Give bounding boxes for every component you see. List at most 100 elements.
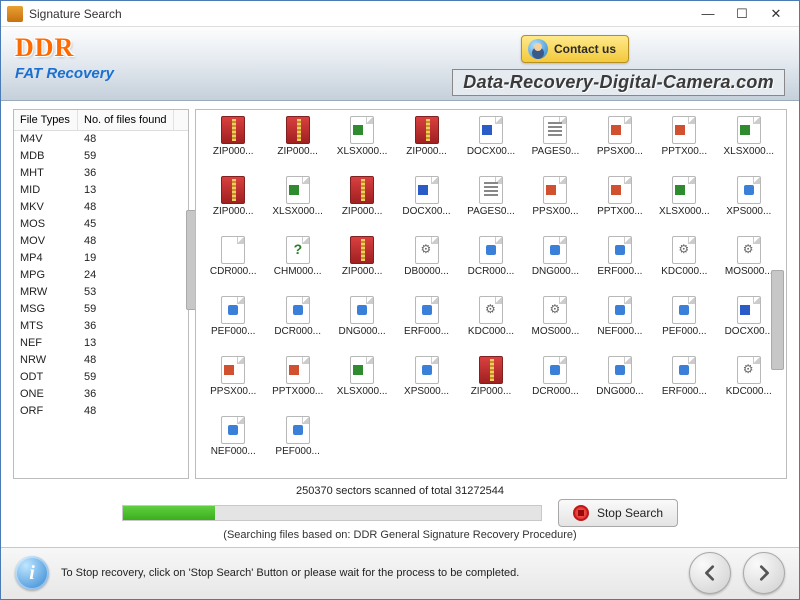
file-item[interactable]: DB0000... [395,236,457,294]
file-item[interactable]: DCR000... [266,296,328,354]
file-type-name: ORF [14,403,78,420]
file-types-header: File Types No. of files found [14,110,188,131]
file-item[interactable]: MOS000... [524,296,586,354]
file-item[interactable]: ZIP000... [266,116,328,174]
file-type-count: 48 [78,403,102,420]
file-item[interactable]: PPTX00... [653,116,715,174]
file-type-row[interactable]: MRW53 [14,284,188,301]
file-label: NEF000... [211,446,256,457]
file-item[interactable]: DNG000... [589,356,651,414]
file-item[interactable]: PPSX00... [589,116,651,174]
file-item[interactable]: PPSX00... [524,176,586,234]
file-item[interactable]: DOCX00... [395,176,457,234]
file-item[interactable]: ERF000... [589,236,651,294]
right-scrollbar-thumb[interactable] [771,270,784,370]
file-zip-icon [415,116,439,144]
file-type-row[interactable]: NRW48 [14,352,188,369]
file-type-row[interactable]: MOS45 [14,216,188,233]
file-item[interactable]: PPSX00... [202,356,264,414]
file-item[interactable]: PAGES0... [524,116,586,174]
maximize-button[interactable]: ☐ [725,3,759,25]
file-label: XPS000... [404,386,449,397]
file-gear-icon [543,296,567,324]
back-button[interactable] [689,552,731,594]
file-item[interactable]: PEF000... [202,296,264,354]
file-item[interactable]: XLSX000... [266,176,328,234]
contact-us-button[interactable]: Contact us [521,35,629,63]
file-type-count: 59 [78,148,102,165]
file-item[interactable]: DCR000... [524,356,586,414]
file-blue-icon [608,296,632,324]
col-count[interactable]: No. of files found [78,110,174,130]
file-item[interactable]: NEF000... [589,296,651,354]
file-item[interactable]: KDC000... [460,296,522,354]
close-button[interactable]: ✕ [759,3,793,25]
file-item[interactable]: CHM000... [266,236,328,294]
file-type-row[interactable]: ODT59 [14,369,188,386]
file-item[interactable]: XLSX000... [331,116,393,174]
file-label: CDR000... [210,266,257,277]
file-page-icon [479,176,503,204]
file-gear-icon [479,296,503,324]
file-type-row[interactable]: MOV48 [14,233,188,250]
file-item[interactable]: ZIP000... [202,176,264,234]
file-item[interactable]: ZIP000... [202,116,264,174]
file-item[interactable]: XPS000... [395,356,457,414]
file-type-row[interactable]: MKV48 [14,199,188,216]
file-item[interactable]: ZIP000... [331,176,393,234]
file-type-row[interactable]: MHT36 [14,165,188,182]
file-type-row[interactable]: ORF48 [14,403,188,420]
file-type-row[interactable]: MSG59 [14,301,188,318]
file-item[interactable]: PPTX00... [589,176,651,234]
file-type-row[interactable]: M4V48 [14,131,188,148]
file-item[interactable]: DOCX00... [460,116,522,174]
file-item[interactable]: DNG000... [524,236,586,294]
file-type-row[interactable]: ONE36 [14,386,188,403]
file-label: DNG000... [532,266,579,277]
file-item[interactable]: ZIP000... [460,356,522,414]
minimize-button[interactable]: — [691,3,725,25]
file-item[interactable]: XLSX000... [331,356,393,414]
file-type-name: NEF [14,335,78,352]
file-item[interactable]: ZIP000... [395,116,457,174]
file-blue-icon [286,416,310,444]
file-item[interactable]: PEF000... [266,416,328,474]
file-item[interactable]: CDR000... [202,236,264,294]
file-item[interactable]: PAGES0... [460,176,522,234]
file-label: PPTX000... [272,386,323,397]
progress-bar-fill [123,506,215,520]
stop-search-button[interactable]: Stop Search [558,499,678,527]
stop-label: Stop Search [597,506,663,520]
file-type-row[interactable]: MP419 [14,250,188,267]
file-type-row[interactable]: MDB59 [14,148,188,165]
file-item[interactable]: ZIP000... [331,236,393,294]
file-type-row[interactable]: MPG24 [14,267,188,284]
next-button[interactable] [743,552,785,594]
file-type-row[interactable]: MTS36 [14,318,188,335]
file-item[interactable]: ERF000... [653,356,715,414]
file-item[interactable]: NEF000... [202,416,264,474]
file-label: ZIP000... [342,266,383,277]
file-types-body[interactable]: M4V48MDB59MHT36MID13MKV48MOS45MOV48MP419… [14,131,188,478]
file-item[interactable]: ERF000... [395,296,457,354]
file-item[interactable]: XLSX000... [653,176,715,234]
file-item[interactable]: PPTX000... [266,356,328,414]
file-item[interactable]: PEF000... [653,296,715,354]
file-label: XLSX000... [272,206,323,217]
file-label: ZIP000... [471,386,512,397]
file-label: PAGES0... [532,146,580,157]
file-item[interactable]: DCR000... [460,236,522,294]
file-icon-grid[interactable]: ZIP000...ZIP000...XLSX000...ZIP000...DOC… [196,110,786,479]
file-item[interactable]: XPS000... [718,176,780,234]
footer-tip: To Stop recovery, click on 'Stop Search'… [61,567,677,579]
file-xls-icon [350,116,374,144]
file-label: ZIP000... [213,146,254,157]
file-item[interactable]: DNG000... [331,296,393,354]
file-item[interactable]: XLSX000... [718,116,780,174]
file-type-row[interactable]: MID13 [14,182,188,199]
file-type-row[interactable]: NEF13 [14,335,188,352]
col-file-types[interactable]: File Types [14,110,78,130]
file-zip-icon [221,116,245,144]
file-item[interactable]: KDC000... [653,236,715,294]
file-label: XLSX000... [337,386,388,397]
